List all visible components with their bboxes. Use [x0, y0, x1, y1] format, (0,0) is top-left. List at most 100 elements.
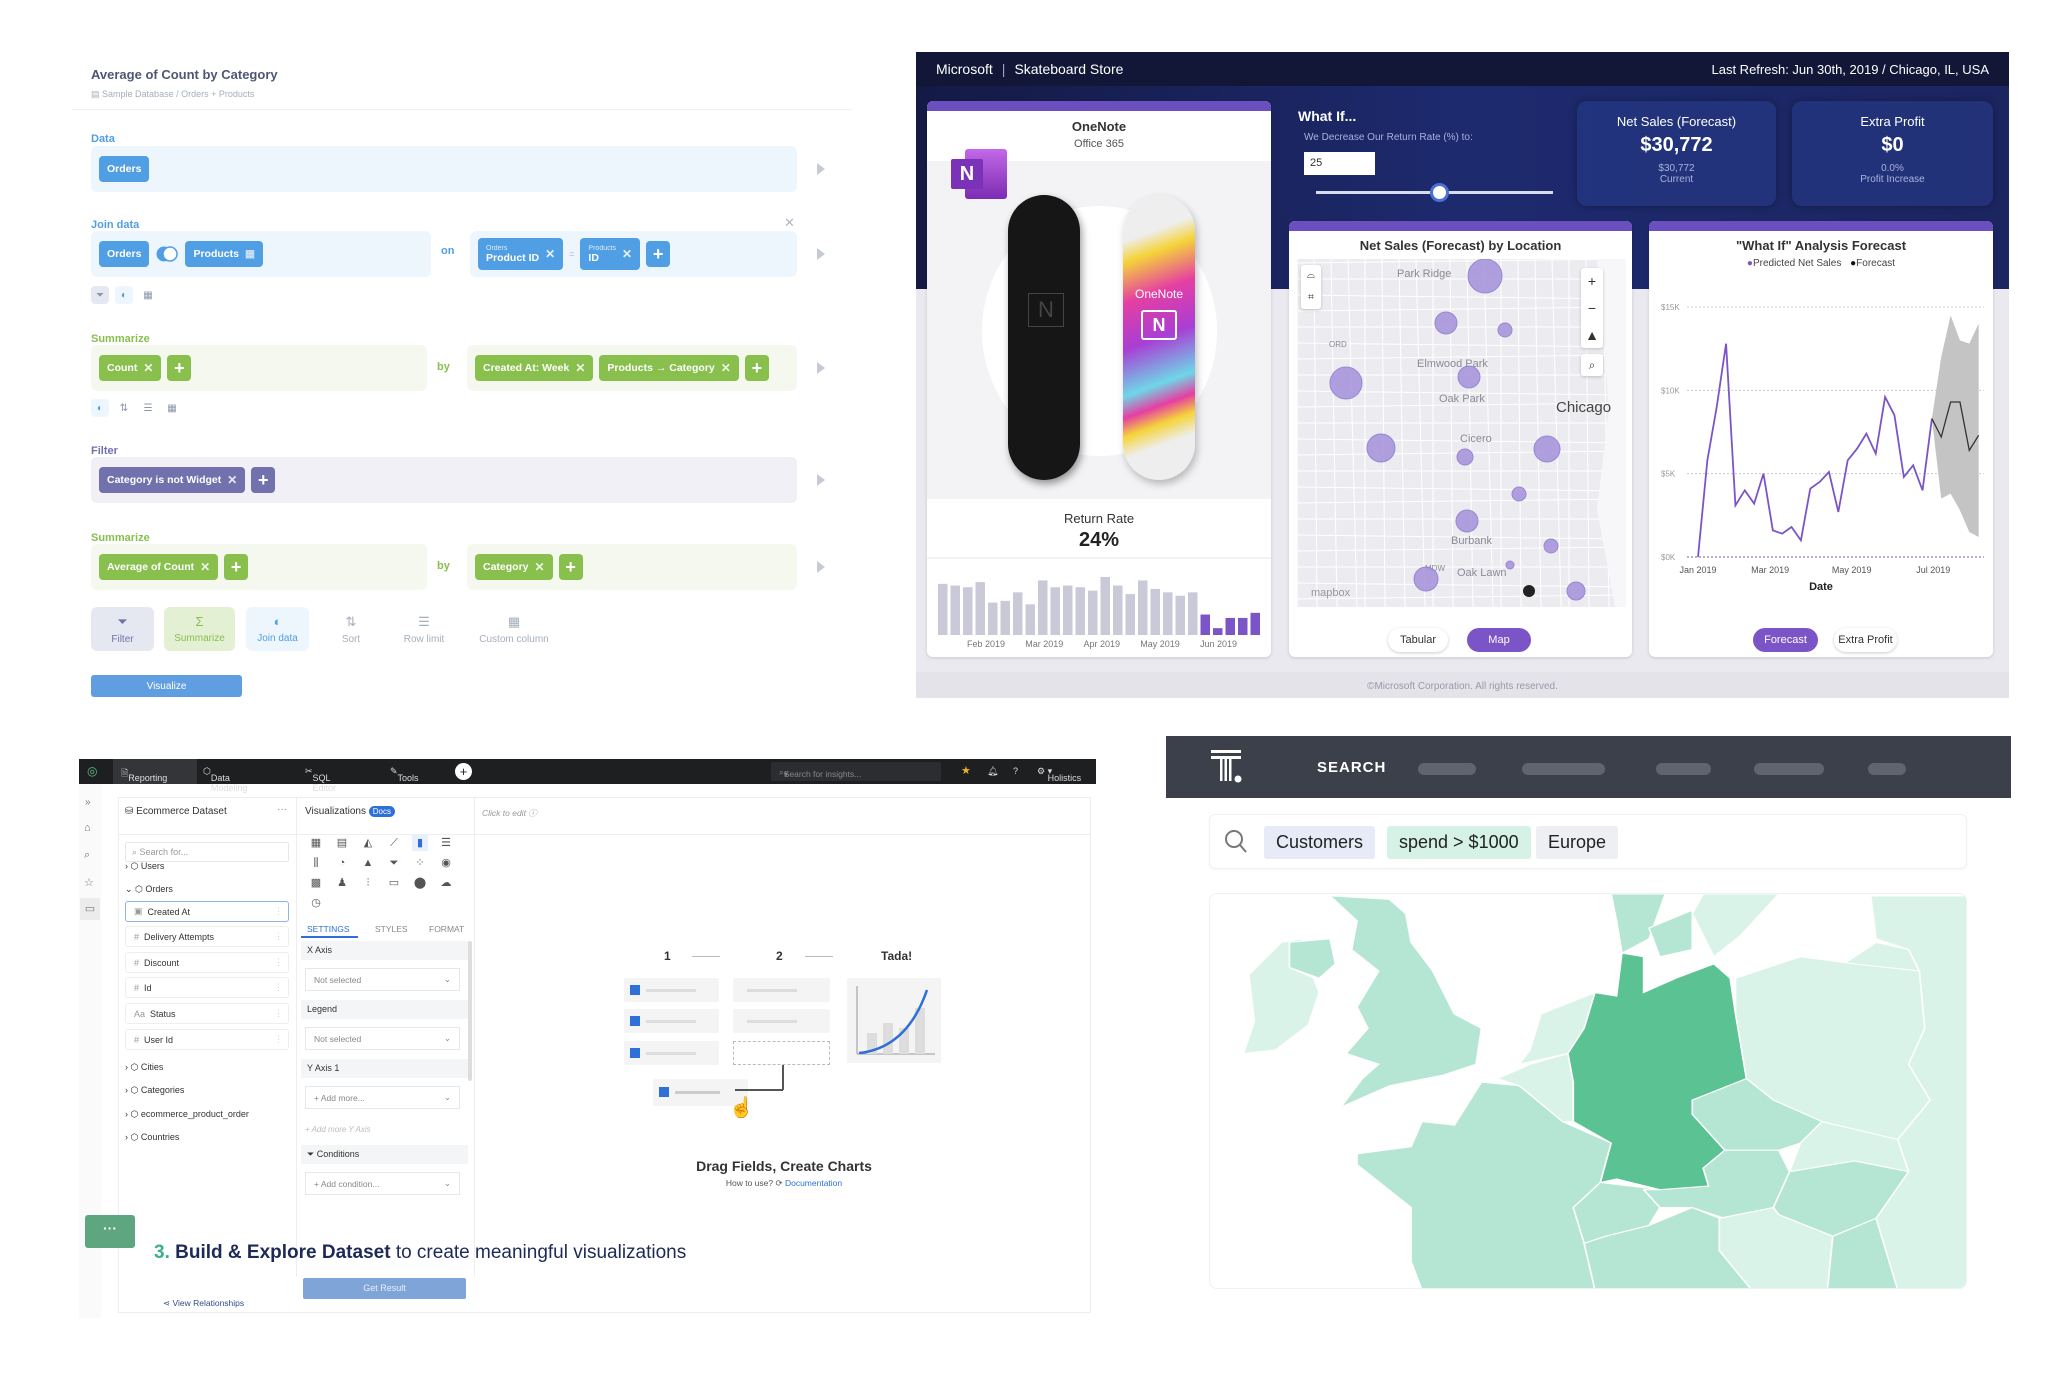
choropleth-map[interactable]	[1210, 894, 1967, 1289]
model-item[interactable]: › ⬡ Cities	[125, 1062, 163, 1073]
condition-dropdown[interactable]: + Add condition... ⌄	[305, 1172, 460, 1195]
add-column-icon[interactable]: ▦	[163, 399, 181, 417]
model-item[interactable]: › ⬡ ecommerce_product_order	[125, 1109, 249, 1120]
remove-icon[interactable]: ✕	[227, 473, 237, 487]
legend-dropdown[interactable]: Not selected ⌄	[305, 1027, 460, 1050]
add-group-button[interactable]: +	[744, 355, 769, 381]
nav-item-placeholder[interactable]	[1522, 763, 1605, 775]
preview-arrow-icon[interactable]	[817, 362, 825, 374]
group-chip[interactable]: Products → Category ✕	[599, 355, 739, 381]
settings-scrollbar[interactable]	[468, 941, 472, 1081]
preview-arrow-icon[interactable]	[817, 561, 825, 573]
bar-chart-icon[interactable]: ☰	[438, 835, 454, 851]
cloud-icon[interactable]: ☁	[438, 875, 454, 891]
map-pin-icon[interactable]: ⬤	[412, 875, 428, 891]
nav-item-placeholder[interactable]	[1868, 763, 1906, 775]
column-chart-icon[interactable]: ▮	[412, 835, 428, 851]
extra-profit-tab[interactable]: Extra Profit	[1834, 628, 1897, 652]
gauge-icon[interactable]: ◷	[308, 895, 324, 911]
user-menu[interactable]: ⚙ Holistics ▾	[1037, 766, 1081, 783]
scatter-icon[interactable]: ⁘	[412, 855, 428, 871]
search-token[interactable]: Europe	[1536, 826, 1619, 859]
kpi-icon[interactable]: ▭	[386, 875, 402, 891]
action-join-data[interactable]: ◐ Join data	[246, 607, 309, 651]
preview-arrow-icon[interactable]	[817, 163, 825, 175]
add-filter-button[interactable]: +	[251, 467, 276, 493]
drag-handle-icon[interactable]: ⋮	[274, 1008, 283, 1019]
join-left-table[interactable]: Orders	[99, 241, 150, 267]
docs-badge[interactable]: Docs	[368, 806, 395, 817]
data-step[interactable]: Orders	[91, 146, 797, 192]
field-item[interactable]: # Discount ⋮	[125, 952, 289, 973]
search-icon[interactable]	[1224, 829, 1248, 855]
forecast-line-chart[interactable]: $0K $5K $10K $15K Jan 2019 Mar 2019 May 2019 Ju…	[1649, 221, 1993, 601]
metric-chip[interactable]: Count ✕	[99, 355, 162, 381]
folder-icon[interactable]: ▭	[80, 898, 100, 920]
group-chip[interactable]: Created At: Week ✕	[475, 355, 594, 381]
search-token[interactable]: spend > $1000	[1387, 826, 1531, 859]
join-right-table[interactable]: Products ▦	[185, 241, 263, 267]
join-left-key[interactable]: Orders Product ID ✕	[478, 238, 564, 270]
action-row-limit[interactable]: ☰ Row limit	[392, 607, 456, 651]
action-filter[interactable]: ⏷ Filter	[91, 607, 154, 651]
documentation-link[interactable]: Documentation	[785, 1178, 842, 1188]
sort-icon[interactable]: ⇅	[115, 399, 133, 417]
nav-sql-editor[interactable]: ✂ SQL Editor	[305, 766, 336, 793]
action-custom-column[interactable]: ▦ Custom column	[472, 607, 556, 651]
field-item[interactable]: Aa Status ⋮	[125, 1003, 289, 1024]
tab-settings[interactable]: SETTINGS	[307, 924, 350, 934]
tabular-tab[interactable]: Tabular	[1388, 628, 1448, 652]
view-relationships-link[interactable]: ⋖ View Relationships	[163, 1298, 244, 1309]
remove-icon[interactable]: ✕	[622, 247, 632, 261]
add-join-condition-button[interactable]: +	[646, 241, 671, 267]
insights-search-input[interactable]: ⌕ Search for insights... ▾	[771, 762, 941, 781]
remove-icon[interactable]: ✕	[143, 361, 153, 375]
table-chip-orders[interactable]: Orders	[99, 156, 150, 182]
action-summarize[interactable]: Σ Summarize	[164, 607, 235, 651]
field-search-input[interactable]: ⌕ Search for...	[125, 842, 289, 862]
add-column-icon[interactable]: ▦	[139, 286, 157, 304]
rect-select-icon[interactable]: ⌗	[1301, 287, 1321, 309]
list-icon[interactable]: ☰	[139, 399, 157, 417]
equals-operator[interactable]: =	[569, 249, 574, 259]
location-map[interactable]: Park Ridge Elmwood Park Oak Park Chicago Cic…	[1297, 259, 1626, 607]
thoughtspot-logo[interactable]	[1211, 750, 1245, 786]
nav-item-placeholder[interactable]	[1418, 763, 1476, 775]
help-icon[interactable]: ?	[1013, 766, 1018, 776]
drag-handle-icon[interactable]: ⋮	[274, 1034, 283, 1045]
add-metric-button[interactable]: +	[167, 355, 192, 381]
add-metric-button[interactable]: +	[224, 554, 249, 580]
search-icon[interactable]: ⌕	[84, 849, 90, 862]
join-type-icon[interactable]	[155, 245, 179, 263]
nav-tools[interactable]: ✎ Tools	[390, 766, 419, 783]
map-tab[interactable]: Map	[1467, 628, 1531, 652]
chat-bubble-icon[interactable]: ···	[85, 1215, 135, 1248]
join-icon[interactable]: ◐	[115, 286, 133, 304]
funnel-icon[interactable]: ⏷	[386, 855, 402, 871]
dataset-title[interactable]: ⛁ Ecommerce Dataset	[125, 806, 227, 817]
filter-chip[interactable]: Category is not Widget ✕	[99, 467, 246, 493]
bubble-icon[interactable]: ◉	[438, 855, 454, 871]
nav-search[interactable]: SEARCH	[1317, 759, 1386, 776]
action-sort[interactable]: ⇅ Sort	[327, 607, 375, 651]
x-axis-dropdown[interactable]: Not selected ⌄	[305, 968, 460, 991]
remove-icon[interactable]: ✕	[535, 560, 545, 574]
tab-format[interactable]: FORMAT	[429, 924, 464, 934]
field-item[interactable]: # User Id ⋮	[125, 1029, 289, 1050]
group-chip[interactable]: Category ✕	[475, 554, 553, 580]
search-token[interactable]: Customers	[1264, 826, 1376, 859]
remove-icon[interactable]: ✕	[200, 560, 210, 574]
drag-handle-icon[interactable]: ⋮	[274, 906, 283, 917]
nav-reporting[interactable]: 🗎 Reporting	[121, 766, 167, 783]
model-users[interactable]: › ⬡ Users	[125, 861, 164, 872]
table-icon[interactable]: ▦	[308, 835, 324, 851]
pivot-icon[interactable]: ▤	[334, 835, 350, 851]
heatmap-icon[interactable]: ▩	[308, 875, 324, 891]
model-item[interactable]: › ⬡ Countries	[125, 1132, 179, 1143]
drag-handle-icon[interactable]: ⋮	[274, 957, 283, 968]
model-item[interactable]: › ⬡ Categories	[125, 1085, 184, 1096]
pie-chart-icon[interactable]: ◔	[334, 855, 350, 871]
home-icon[interactable]: ⌂	[84, 822, 91, 834]
forecast-tab[interactable]: Forecast	[1753, 628, 1818, 652]
holistics-logo-icon[interactable]: ◎	[87, 764, 97, 778]
